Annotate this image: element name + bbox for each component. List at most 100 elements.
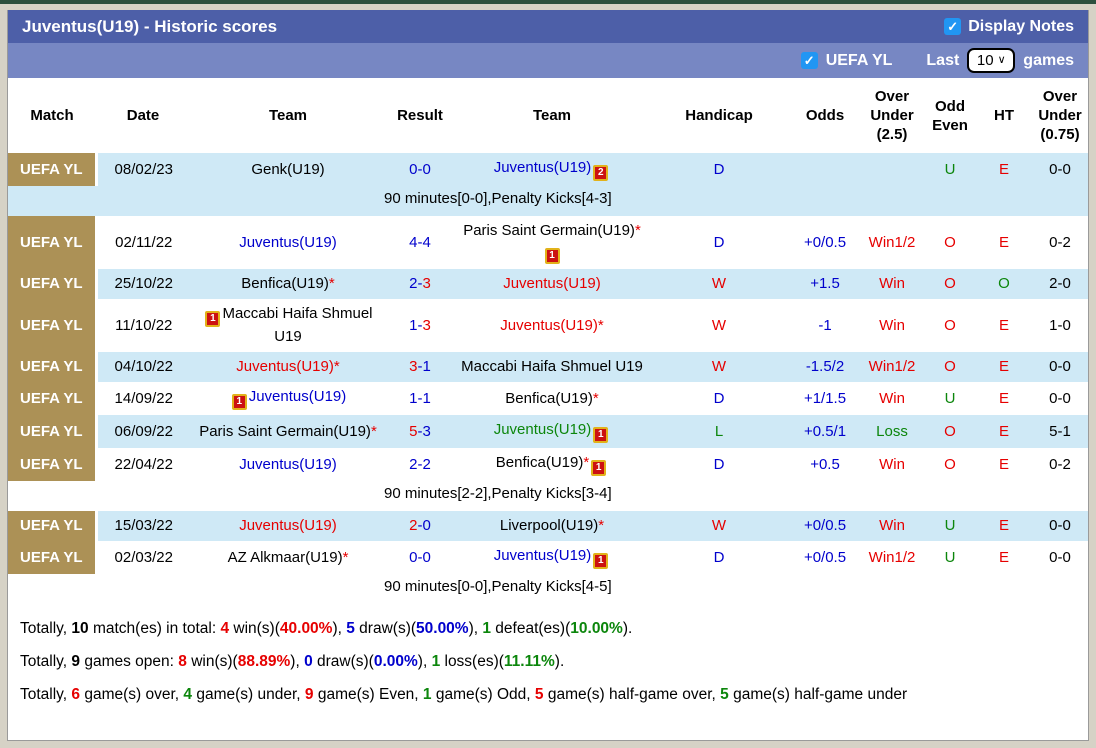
match-row: UEFA YL02/11/22Juventus(U19)4-4Paris Sai… (8, 216, 1089, 269)
handicap-cell (788, 153, 862, 186)
odd-even-cell: E (978, 448, 1030, 481)
outcome-cell: D (650, 153, 788, 186)
odd-even-cell: E (978, 299, 1030, 352)
ht-cell: 0-0 (1030, 382, 1089, 415)
away-team-cell: Juventus(U19)1 (454, 541, 650, 574)
outcome-cell: W (650, 299, 788, 352)
summary-line: Totally, 6 game(s) over, 4 game(s) under… (20, 678, 1076, 711)
date-cell: 15/03/22 (96, 511, 190, 541)
ht-cell: 0-0 (1030, 153, 1089, 186)
summary-text: game(s) under, (192, 686, 305, 703)
away-team-name: Juventus(U19) (494, 547, 592, 564)
odds-cell: Win (862, 382, 922, 415)
match-badge: UEFA YL (8, 511, 96, 541)
match-badge: UEFA YL (8, 269, 96, 299)
summary-text: win(s)( (229, 620, 280, 637)
red-card-icon: 1 (232, 394, 247, 410)
away-team-cell: Paris Saint Germain(U19)*1 (454, 216, 650, 269)
home-team-name: Juventus(U19) (236, 358, 334, 375)
result-cell: 2-2 (386, 448, 454, 481)
over-under-25-cell: O (922, 269, 978, 299)
display-notes-checkbox[interactable]: ✓ (944, 18, 961, 35)
home-team-name: Benfica(U19) (241, 275, 329, 292)
odds-cell: Win1/2 (862, 352, 922, 382)
match-row: UEFA YL06/09/22Paris Saint Germain(U19)*… (8, 415, 1089, 448)
home-team-name: Maccabi Haifa Shmuel U19 (222, 305, 372, 345)
ht-cell: 0-2 (1030, 216, 1089, 269)
home-team-cell: Juventus(U19) (190, 511, 386, 541)
summary-text: games open: (80, 653, 178, 670)
away-team-name: Juventus(U19) (494, 159, 592, 176)
penalty-note: 90 minutes[0-0],Penalty Kicks[4-5] (8, 574, 1089, 604)
page-title: Juventus(U19) - Historic scores (22, 17, 944, 37)
column-header: Handicap (650, 78, 788, 153)
odd-even-cell: E (978, 541, 1030, 574)
column-header: HT (978, 78, 1030, 153)
away-team-name: Juventus(U19) (500, 317, 598, 334)
asterisk-marker: * (598, 517, 604, 534)
last-games-select[interactable]: 10 ∨ (967, 48, 1015, 73)
outcome-cell: D (650, 216, 788, 269)
match-row: UEFA YL14/09/221Juventus(U19)1-1Benfica(… (8, 382, 1089, 415)
odd-even-cell: E (978, 216, 1030, 269)
home-team-cell: 1Maccabi Haifa Shmuel U19 (190, 299, 386, 352)
last-games-value: 10 (977, 52, 994, 69)
away-team-name: Paris Saint Germain(U19) (463, 222, 635, 239)
result-cell: 0-0 (386, 153, 454, 186)
handicap-cell: -1 (788, 299, 862, 352)
summary-text: 9 (71, 653, 80, 670)
over-under-25-cell: U (922, 153, 978, 186)
red-card-icon: 1 (593, 427, 608, 443)
over-under-25-cell: O (922, 448, 978, 481)
outcome-cell: L (650, 415, 788, 448)
summary-text: 1 (423, 686, 432, 703)
match-row: UEFA YL08/02/23Genk(U19)0-0Juventus(U19)… (8, 153, 1089, 186)
home-team-cell: Juventus(U19)* (190, 352, 386, 382)
note-row: 90 minutes[0-0],Penalty Kicks[4-3] (8, 186, 1089, 216)
summary-text: 4 (183, 686, 192, 703)
summary-text: Totally, (20, 686, 71, 703)
match-row: UEFA YL15/03/22Juventus(U19)2-0Liverpool… (8, 511, 1089, 541)
home-team-name: AZ Alkmaar(U19) (228, 549, 343, 566)
away-team-cell: Maccabi Haifa Shmuel U19 (454, 352, 650, 382)
match-badge: UEFA YL (8, 415, 96, 448)
result-cell: 3-1 (386, 352, 454, 382)
summary-text: 8 (178, 653, 187, 670)
asterisk-marker: * (593, 390, 599, 407)
result-cell: 0-0 (386, 541, 454, 574)
uefa-yl-checkbox[interactable]: ✓ (801, 52, 818, 69)
summary-text: 4 (220, 620, 229, 637)
over-under-25-cell: O (922, 415, 978, 448)
match-badge: UEFA YL (8, 448, 96, 481)
match-badge: UEFA YL (8, 382, 96, 415)
home-team-cell: Genk(U19) (190, 153, 386, 186)
away-score: 2 (423, 456, 431, 473)
over-under-25-cell: O (922, 299, 978, 352)
date-cell: 02/03/22 (96, 541, 190, 574)
away-team-cell: Liverpool(U19)* (454, 511, 650, 541)
odd-even-cell: O (978, 269, 1030, 299)
summary-text: game(s) Even, (314, 686, 423, 703)
date-cell: 06/09/22 (96, 415, 190, 448)
handicap-cell: +0/0.5 (788, 216, 862, 269)
odd-even-cell: E (978, 382, 1030, 415)
date-cell: 08/02/23 (96, 153, 190, 186)
summary-text: Totally, (20, 620, 71, 637)
ht-cell: 1-0 (1030, 299, 1089, 352)
red-card-icon: 1 (593, 553, 608, 569)
outcome-cell: D (650, 448, 788, 481)
asterisk-marker: * (598, 317, 604, 334)
away-team-cell: Juventus(U19) (454, 269, 650, 299)
column-header: Team (454, 78, 650, 153)
away-score: 3 (423, 275, 431, 292)
handicap-cell: +0.5/1 (788, 415, 862, 448)
away-team-name: Juventus(U19) (503, 275, 601, 292)
outcome-cell: W (650, 269, 788, 299)
away-score: 0 (423, 549, 431, 566)
note-row: 90 minutes[2-2],Penalty Kicks[3-4] (8, 481, 1089, 511)
column-header: Date (96, 78, 190, 153)
summary-text: match(es) in total: (89, 620, 221, 637)
result-cell: 2-0 (386, 511, 454, 541)
asterisk-marker: * (343, 549, 349, 566)
match-row: UEFA YL04/10/22Juventus(U19)*3-1Maccabi … (8, 352, 1089, 382)
